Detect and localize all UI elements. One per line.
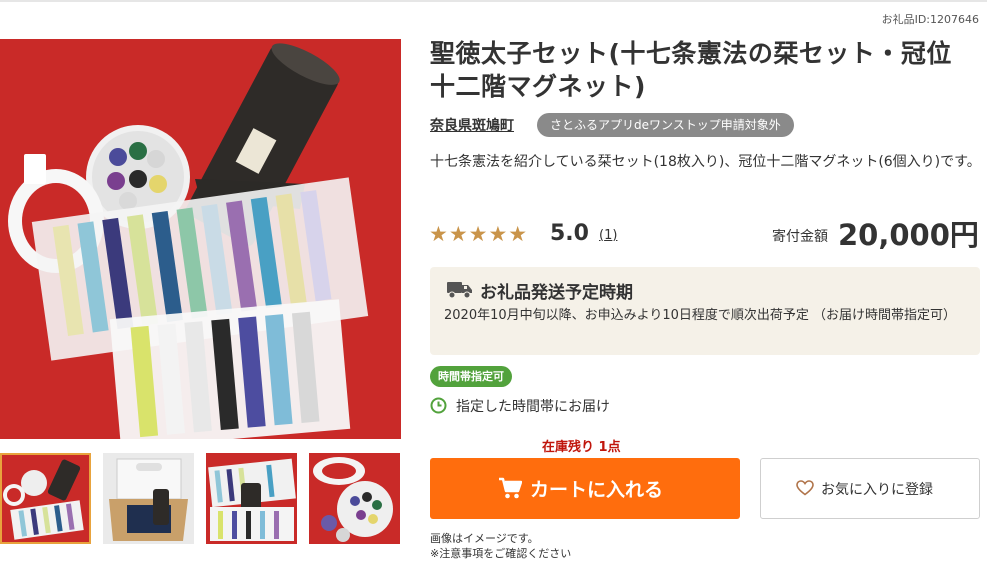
add-to-favorites-button[interactable]: お気に入りに登録 [760, 458, 980, 519]
price-value: 20,000円 [838, 218, 979, 252]
shipping-info-box: お礼品発送予定時期 2020年10月中旬以降、お申込みより10日程度で順次出荷予… [430, 267, 980, 355]
product-description: 十七条憲法を紹介している栞セット(18枚入り)、冠位十二階マグネット(6個入り)… [430, 154, 981, 170]
onestop-badge: さとふるアプリdeワンストップ申請対象外 [537, 113, 794, 137]
clock-icon [430, 397, 447, 418]
municipality-link[interactable]: 奈良県斑鳩町 [430, 115, 514, 135]
thumbnail-2[interactable] [103, 453, 194, 544]
stock-remaining: 在庫残り 1点 [542, 440, 621, 455]
cart-icon [498, 476, 523, 504]
rating-stars: ★★★★★ [429, 222, 529, 246]
add-to-cart-label: カートに入れる [530, 479, 664, 501]
delivery-time-tag: 時間帯指定可 [430, 366, 512, 387]
shipping-title: お礼品発送予定時期 [480, 283, 633, 303]
gift-id: お礼品ID:1207646 [881, 13, 979, 26]
add-to-favorites-label: お気に入りに登録 [821, 482, 933, 498]
review-count-close-paren: ) [612, 228, 618, 243]
thumbnail-3[interactable] [206, 453, 297, 544]
shipping-text: 2020年10月中旬以降、お申込みより10日程度で順次出荷予定 （お届け時間帯指… [444, 308, 957, 323]
caution-note: ※注意事項をご確認ください [430, 547, 572, 560]
price-label: 寄付金額 [772, 229, 828, 245]
product-title: 聖徳太子セット(十七条憲法の栞セット・冠位十二階マグネット) [430, 39, 952, 101]
thumbnail-strip [0, 453, 401, 552]
thumbnail-1[interactable] [0, 453, 91, 544]
delivery-time-text: 指定した時間帯にお届け [456, 399, 610, 415]
truck-icon [446, 280, 473, 303]
thumbnail-4[interactable] [309, 453, 400, 544]
top-divider [0, 0, 987, 2]
heart-icon [796, 480, 814, 500]
add-to-cart-button[interactable]: カートに入れる [430, 458, 740, 519]
rating-value: 5.0 [550, 221, 589, 246]
main-product-image[interactable] [0, 39, 401, 439]
image-note: 画像はイメージです。 [430, 532, 539, 545]
review-count-link[interactable]: (1) [599, 228, 617, 243]
